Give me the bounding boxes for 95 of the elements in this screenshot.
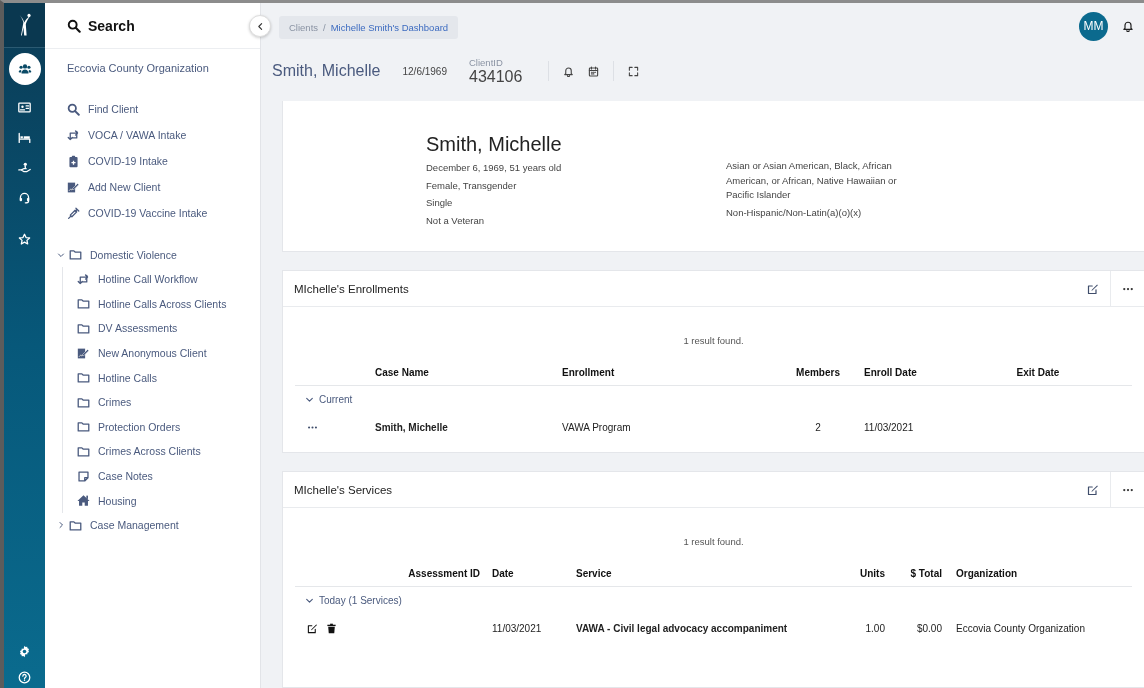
column-header[interactable]: Case Name [375,367,562,386]
profile-detail: Non-Hispanic/Non-Latin(a)(o)(x) [726,205,863,220]
birth-date: 12/6/1969 [402,65,447,77]
group-toggle[interactable]: Current [295,386,353,412]
breadcrumb-separator: / [323,21,326,33]
column-header[interactable]: Enroll Date [864,367,1014,386]
profile-detail: December 6, 1969, 51 years old [426,161,563,175]
help-icon[interactable] [18,670,31,684]
card-title: MIchelle's Enrollments [294,282,409,295]
search-icon[interactable] [67,18,81,33]
edit-icon [1087,483,1099,496]
nav-link[interactable]: Hotline Calls Across Clients [77,291,260,317]
nav-link[interactable]: Hotline Call Workflow [77,267,260,292]
nav-link[interactable]: New Anonymous Client [77,340,260,366]
signature-icon [67,180,80,194]
folder-icon [69,248,82,261]
client-name: Smith, Michelle [272,62,381,80]
user-avatar[interactable]: MM [1079,11,1108,41]
settings-icon[interactable] [18,644,31,658]
signature-icon [77,346,90,360]
chevron-left-icon [255,21,265,31]
table-cell-text: Smith, Michelle [375,420,449,435]
trash-icon[interactable] [326,622,337,634]
calendar-icon[interactable] [588,65,600,77]
syringe-icon [67,206,80,220]
star-icon[interactable] [18,232,31,246]
folder-icon [77,444,90,458]
profile-detail: Asian or Asian American, Black, African American, or African, Native Hawaiian or Pacific Islander [726,159,898,202]
edit-icon[interactable] [307,622,318,634]
tree-folder[interactable]: Case Management [57,512,260,538]
house-icon [77,494,90,508]
panel-title: Search [88,17,135,34]
id-card-icon[interactable] [18,100,31,114]
column-header[interactable]: Assessment ID [402,568,492,587]
nav-link[interactable]: Find Client [67,96,260,122]
nav-link[interactable]: COVID-19 Vaccine Intake [67,200,260,226]
hand-icon[interactable] [18,160,31,174]
bell-icon[interactable] [563,65,575,77]
client-id: 434106 [469,67,523,86]
edit-icon [1087,282,1099,295]
nav-link[interactable]: Case Notes [77,463,260,489]
search-icon [67,102,80,116]
bell-icon[interactable] [1122,20,1134,32]
organization-name: Eccovia County Organization [66,61,210,76]
profile-detail: Female, Transgender [426,178,518,193]
nav-link[interactable]: Crimes Across Clients [77,439,260,464]
table-cell-text: $0.00 [915,621,942,636]
column-header[interactable]: $ Total [885,568,942,587]
column-header[interactable]: Organization [942,568,1132,587]
column-header[interactable]: Exit Date [1014,367,1132,386]
note-icon [77,469,90,483]
result-count: 1 result found. [682,334,745,348]
nav-link[interactable]: Housing [77,488,260,513]
people-icon[interactable] [8,53,41,85]
card-title: MIchelle's Services [294,483,393,496]
table-cell-text: 11/03/2021 [864,420,915,435]
folder-icon [77,371,90,385]
column-header[interactable]: Service [576,568,838,587]
table-cell-text: Eccovia County Organization [955,621,1086,636]
clipboard-icon [67,154,80,168]
nav-link[interactable]: Protection Orders [77,414,260,440]
arrows-icon [67,128,80,142]
column-header[interactable]: Units [838,568,885,587]
nav-link[interactable]: VOCA / VAWA Intake [67,122,260,148]
nav-link[interactable]: DV Assessments [77,316,260,341]
folder-icon [77,322,90,335]
table-cell-text: 2 [814,420,822,435]
arrows-icon [77,272,90,286]
result-count: 1 result found. [682,535,745,549]
folder-icon [69,518,82,532]
folder-icon [77,420,90,434]
table-cell-text: 11/03/2021 [492,621,543,636]
nav-link[interactable]: Crimes [77,389,260,415]
profile-detail: Not a Veteran [426,213,486,228]
breadcrumb-link[interactable]: Michelle Smith's Dashboard [330,21,449,33]
nav-link[interactable]: Add New Client [67,174,260,200]
expand-icon[interactable] [628,65,640,77]
field-label: ClientID [469,56,504,68]
table-cell-text: VAWA - Civil legal advocacy accompaniment [576,621,789,636]
nav-link[interactable]: COVID-19 Intake [67,148,260,174]
column-header[interactable]: Date [492,568,576,587]
group-toggle[interactable]: Today (1 Services) [295,587,402,613]
bed-icon[interactable] [18,130,31,144]
collapse-button[interactable] [249,15,271,37]
folder-icon [77,395,90,409]
column-header[interactable]: Members [772,367,864,386]
table-cell-text: VAWA Program [562,420,632,435]
table-cell-text: 1.00 [864,621,885,636]
column-header[interactable]: Enrollment [562,367,772,386]
nav-link[interactable]: Hotline Calls [77,365,260,390]
tree-folder[interactable]: Domestic Violence [57,242,260,267]
folder-icon [77,297,90,311]
headset-icon[interactable] [18,190,31,204]
profile-detail: Single [426,196,454,210]
profile-name: Smith, Michelle [426,133,563,156]
